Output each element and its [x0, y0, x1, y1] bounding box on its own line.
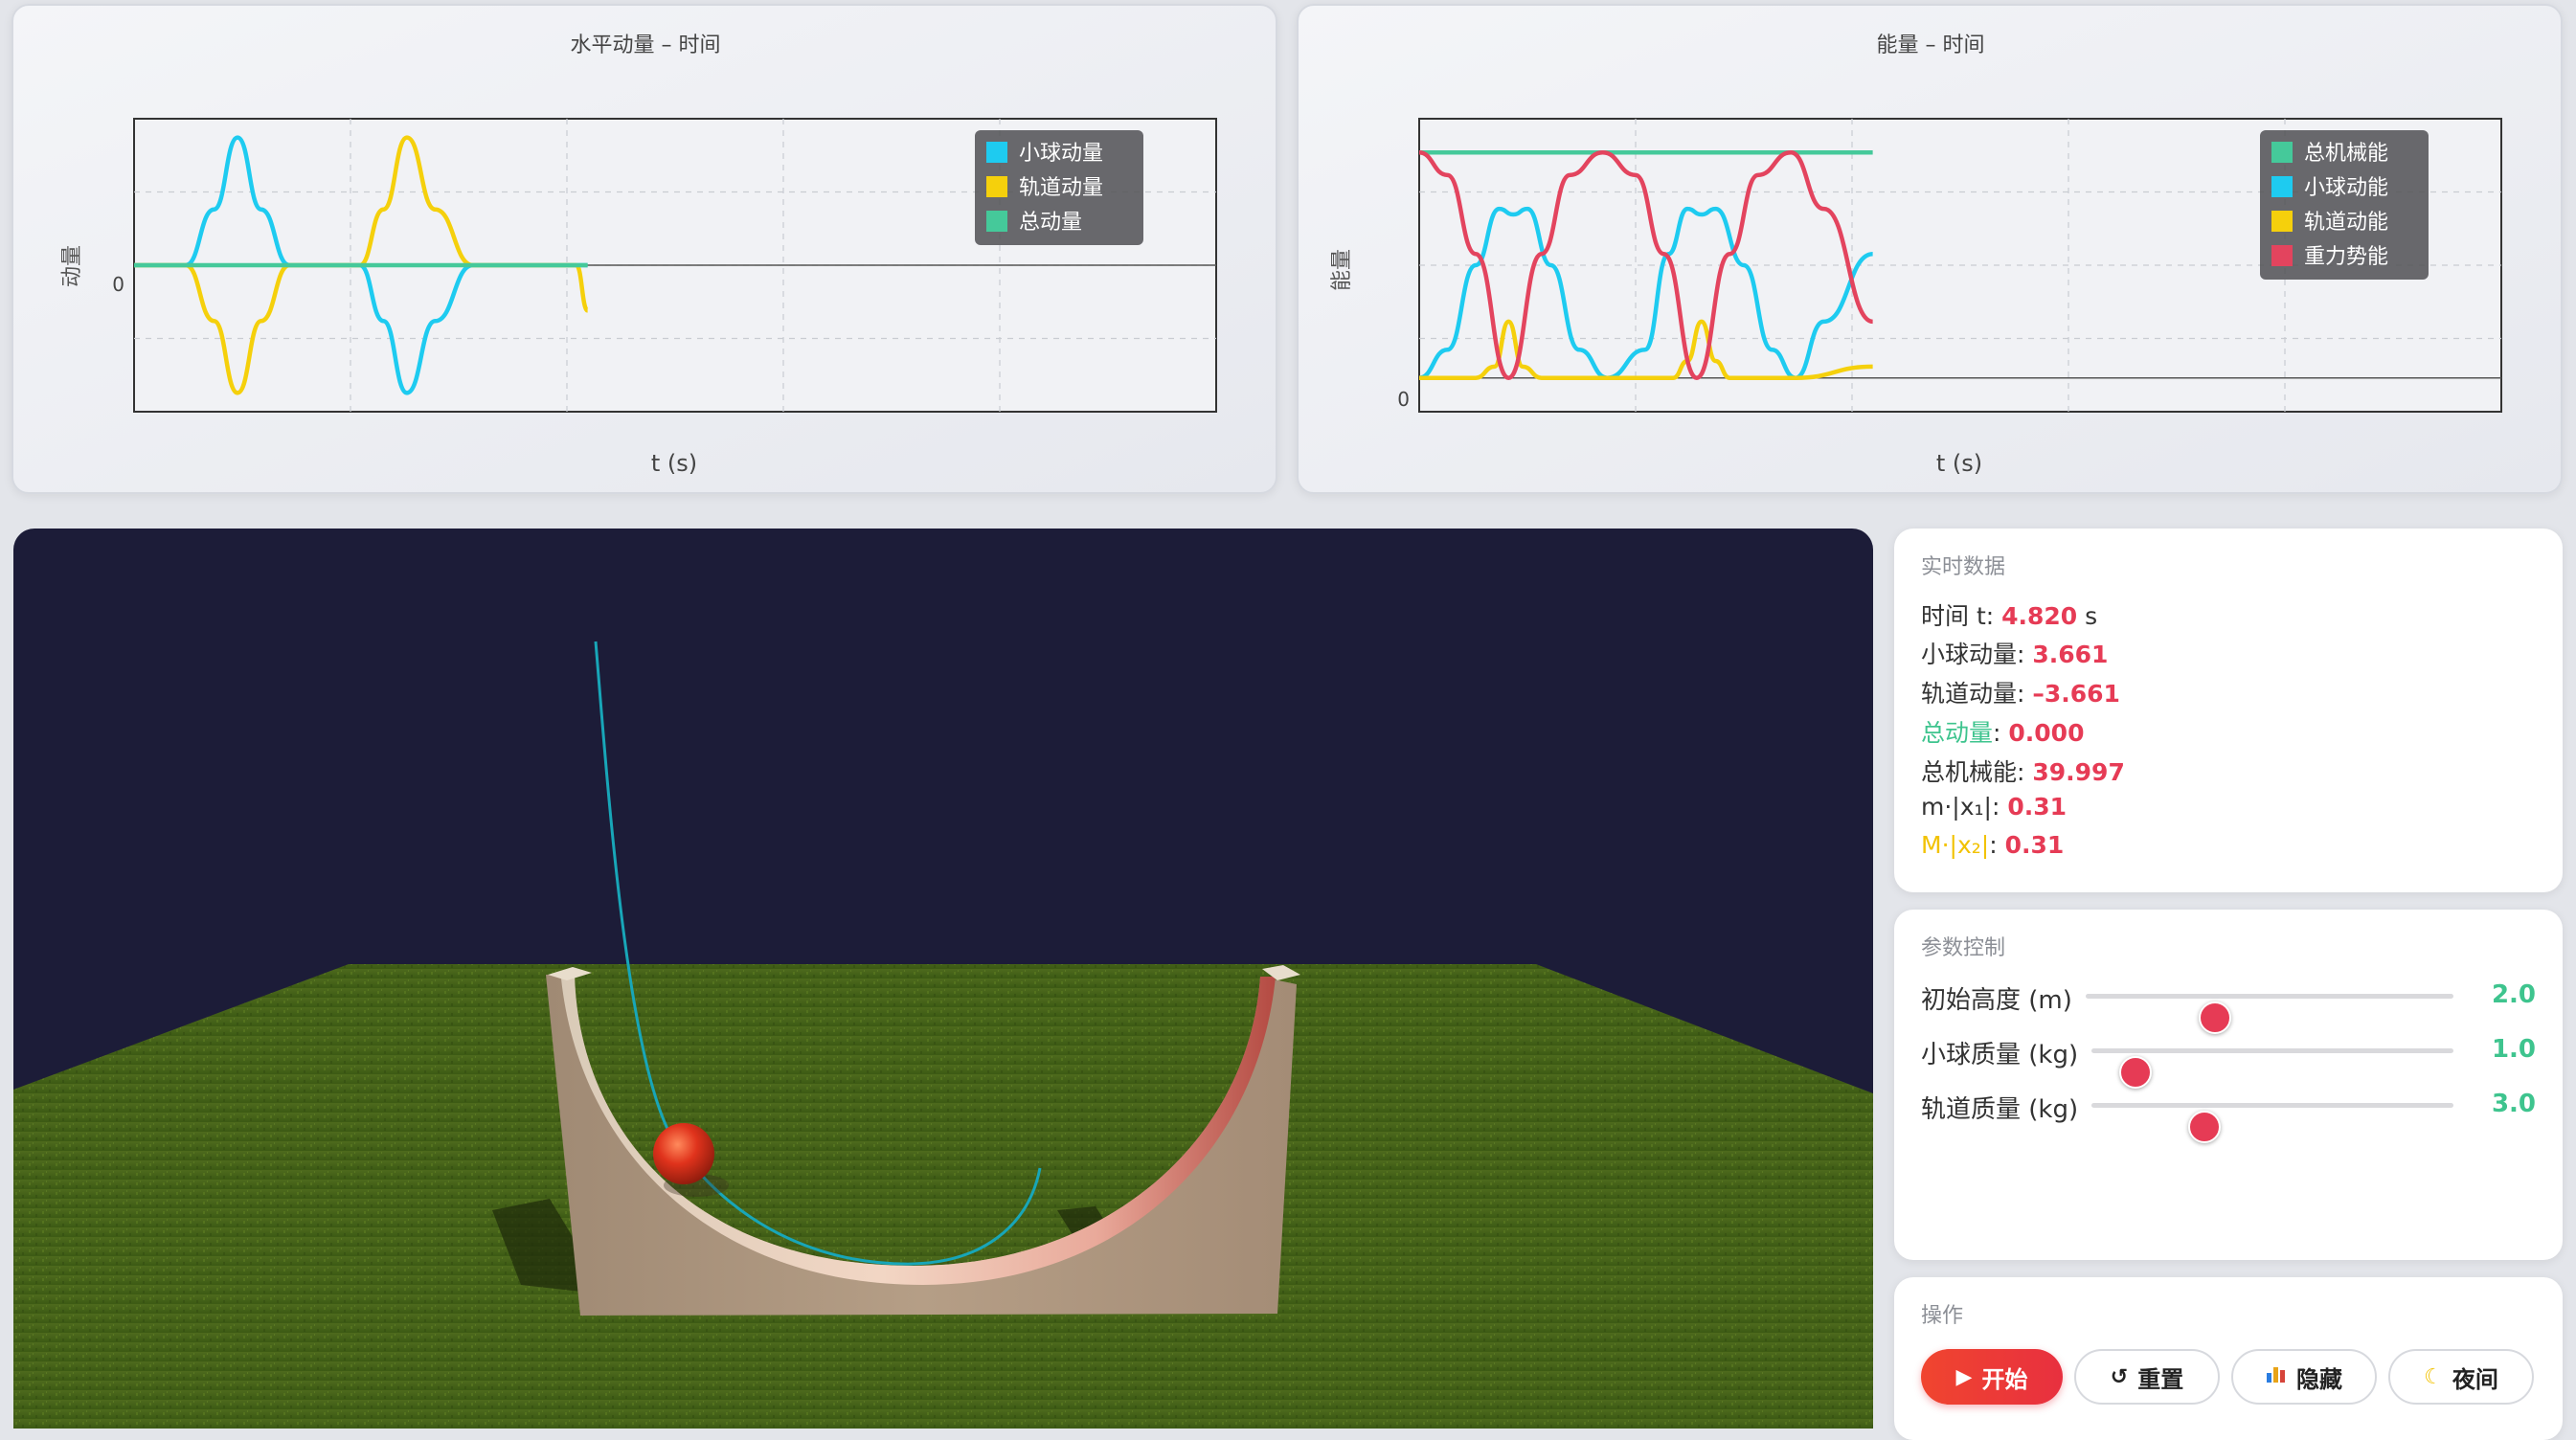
- ball-mass-slider-row: 小球质量 (kg) 1.0: [1921, 1029, 2536, 1089]
- legend-swatch: [2271, 211, 2293, 232]
- bar-chart-icon: [2266, 1364, 2287, 1389]
- momentum-legend: 小球动量轨道动量总动量: [975, 130, 1143, 245]
- legend-label: 总机械能: [2304, 142, 2388, 166]
- legend-swatch: [2271, 142, 2293, 163]
- energy-legend: 总机械能小球动能轨道动能重力势能: [2260, 130, 2429, 280]
- legend-label: 重力势能: [2304, 245, 2388, 269]
- total-momentum-colon: :: [1993, 719, 2009, 747]
- momentum-ylabel: 动量: [60, 245, 84, 287]
- energy-chart-title: 能量 – 时间: [1877, 34, 1985, 57]
- M-x2-colon: :: [1989, 831, 2005, 859]
- reset-button[interactable]: ↺ 重置: [2074, 1349, 2220, 1405]
- total-momentum-readout: 总动量: 0.000: [1921, 714, 2084, 749]
- legend-swatch: [2271, 245, 2293, 266]
- energy-chart: 能量 – 时间 能量 t (s) 0 总机械能小球动能轨道动能重力势能: [1330, 34, 2502, 477]
- time-label: 时间 t:: [1921, 602, 2002, 630]
- track-momentum-value: –3.661: [2032, 680, 2120, 708]
- m-x1-label: m·|x₁|: [1921, 793, 1992, 821]
- legend-swatch: [2271, 176, 2293, 197]
- height-value: 2.0: [2491, 980, 2536, 1009]
- simulation-scene[interactable]: [13, 529, 1873, 1429]
- track-mass-slider[interactable]: [2091, 1103, 2453, 1143]
- total-momentum-value: 0.000: [2008, 719, 2085, 747]
- momentum-chart: 水平动量 – 时间 动量 t (s) 0 小球动量轨道动量总动量: [60, 34, 1217, 477]
- legend-swatch: [986, 176, 1007, 197]
- total-energy-readout: 总机械能: 39.997: [1921, 754, 2125, 788]
- time-unit: s: [2077, 602, 2098, 630]
- momentum-chart-card: 水平动量 – 时间 动量 t (s) 0 小球动量轨道动量总动量: [11, 4, 1277, 494]
- start-button[interactable]: ▶ 开始: [1921, 1349, 2063, 1405]
- hide-charts-button[interactable]: 隐藏: [2231, 1349, 2377, 1405]
- actions-title: 操作: [1921, 1304, 1964, 1328]
- track-momentum-label: 轨道动量:: [1921, 680, 2033, 708]
- ground-plane: [13, 964, 1873, 1429]
- reset-label: 重置: [2137, 1365, 2184, 1393]
- time-value: 4.820: [2001, 602, 2078, 630]
- total-energy-label: 总机械能:: [1921, 758, 2033, 786]
- track-mass-value: 3.0: [2491, 1090, 2536, 1118]
- legend-label: 总动量: [1019, 211, 1082, 235]
- refresh-icon: ↺: [2110, 1364, 2129, 1389]
- ball-momentum-label: 小球动量:: [1921, 641, 2033, 668]
- height-slider-row: 初始高度 (m) 2.0: [1921, 975, 2536, 1034]
- M-x2-value: 0.31: [2004, 831, 2065, 859]
- moon-icon: ☾: [2424, 1364, 2443, 1389]
- energy-xlabel: t (s): [1936, 450, 1982, 477]
- night-label: 夜间: [2452, 1365, 2498, 1393]
- realtime-panel: 实时数据 时间 t: 4.820 s 小球动量: 3.661 轨道动量: –3.…: [1894, 529, 2563, 892]
- energy-ylabel: 能量: [1330, 249, 1354, 291]
- total-energy-value: 39.997: [2032, 758, 2125, 786]
- hide-label: 隐藏: [2296, 1365, 2342, 1393]
- track-momentum-readout: 轨道动量: –3.661: [1921, 675, 2120, 709]
- track-mass-label: 轨道质量 (kg): [1921, 1095, 2079, 1124]
- height-slider[interactable]: [2086, 994, 2453, 1034]
- night-mode-button[interactable]: ☾ 夜间: [2388, 1349, 2534, 1405]
- legend-label: 轨道动量: [1019, 176, 1103, 200]
- M-x2-readout: M·|x₂|: 0.31: [1921, 831, 2064, 859]
- M-x2-label: M·|x₂|: [1921, 831, 1990, 859]
- ball-mass-value: 1.0: [2491, 1035, 2536, 1064]
- ball-mass-label: 小球质量 (kg): [1921, 1041, 2079, 1069]
- legend-label: 小球动量: [1019, 142, 1103, 166]
- simulation-viewport[interactable]: [13, 529, 1873, 1429]
- ball-momentum-value: 3.661: [2032, 641, 2109, 668]
- m-x1-value: 0.31: [2007, 793, 2068, 821]
- ball-mass-slider[interactable]: [2091, 1048, 2453, 1089]
- ball-momentum-readout: 小球动量: 3.661: [1921, 636, 2108, 670]
- m-x1-readout: m·|x₁|: 0.31: [1921, 793, 2067, 821]
- legend-label: 小球动能: [2304, 176, 2388, 200]
- legend-label: 轨道动能: [2304, 211, 2388, 235]
- track-mass-slider-row: 轨道质量 (kg) 3.0: [1921, 1084, 2536, 1143]
- start-label: 开始: [1981, 1365, 2028, 1393]
- energy-chart-card: 能量 – 时间 能量 t (s) 0 总机械能小球动能轨道动能重力势能: [1297, 4, 2563, 494]
- total-momentum-label: 总动量: [1921, 719, 1994, 747]
- legend-swatch: [986, 142, 1007, 163]
- realtime-title: 实时数据: [1921, 555, 2006, 579]
- energy-zero-tick: 0: [1397, 388, 1410, 411]
- height-label: 初始高度 (m): [1921, 986, 2072, 1015]
- m-x1-colon: :: [1991, 793, 2008, 821]
- momentum-zero-tick: 0: [112, 273, 124, 296]
- track-mass-slider-thumb[interactable]: [2188, 1111, 2222, 1143]
- params-title: 参数控制: [1921, 936, 2006, 960]
- ball[interactable]: [653, 1123, 714, 1184]
- params-panel: 参数控制 初始高度 (m) 2.0 小球质量 (kg) 1.0 轨道质量 (kg…: [1894, 910, 2563, 1260]
- play-icon: ▶: [1955, 1364, 1973, 1389]
- time-readout: 时间 t: 4.820 s: [1921, 597, 2097, 632]
- legend-swatch: [986, 211, 1007, 232]
- momentum-xlabel: t (s): [651, 450, 697, 477]
- momentum-chart-title: 水平动量 – 时间: [571, 34, 721, 57]
